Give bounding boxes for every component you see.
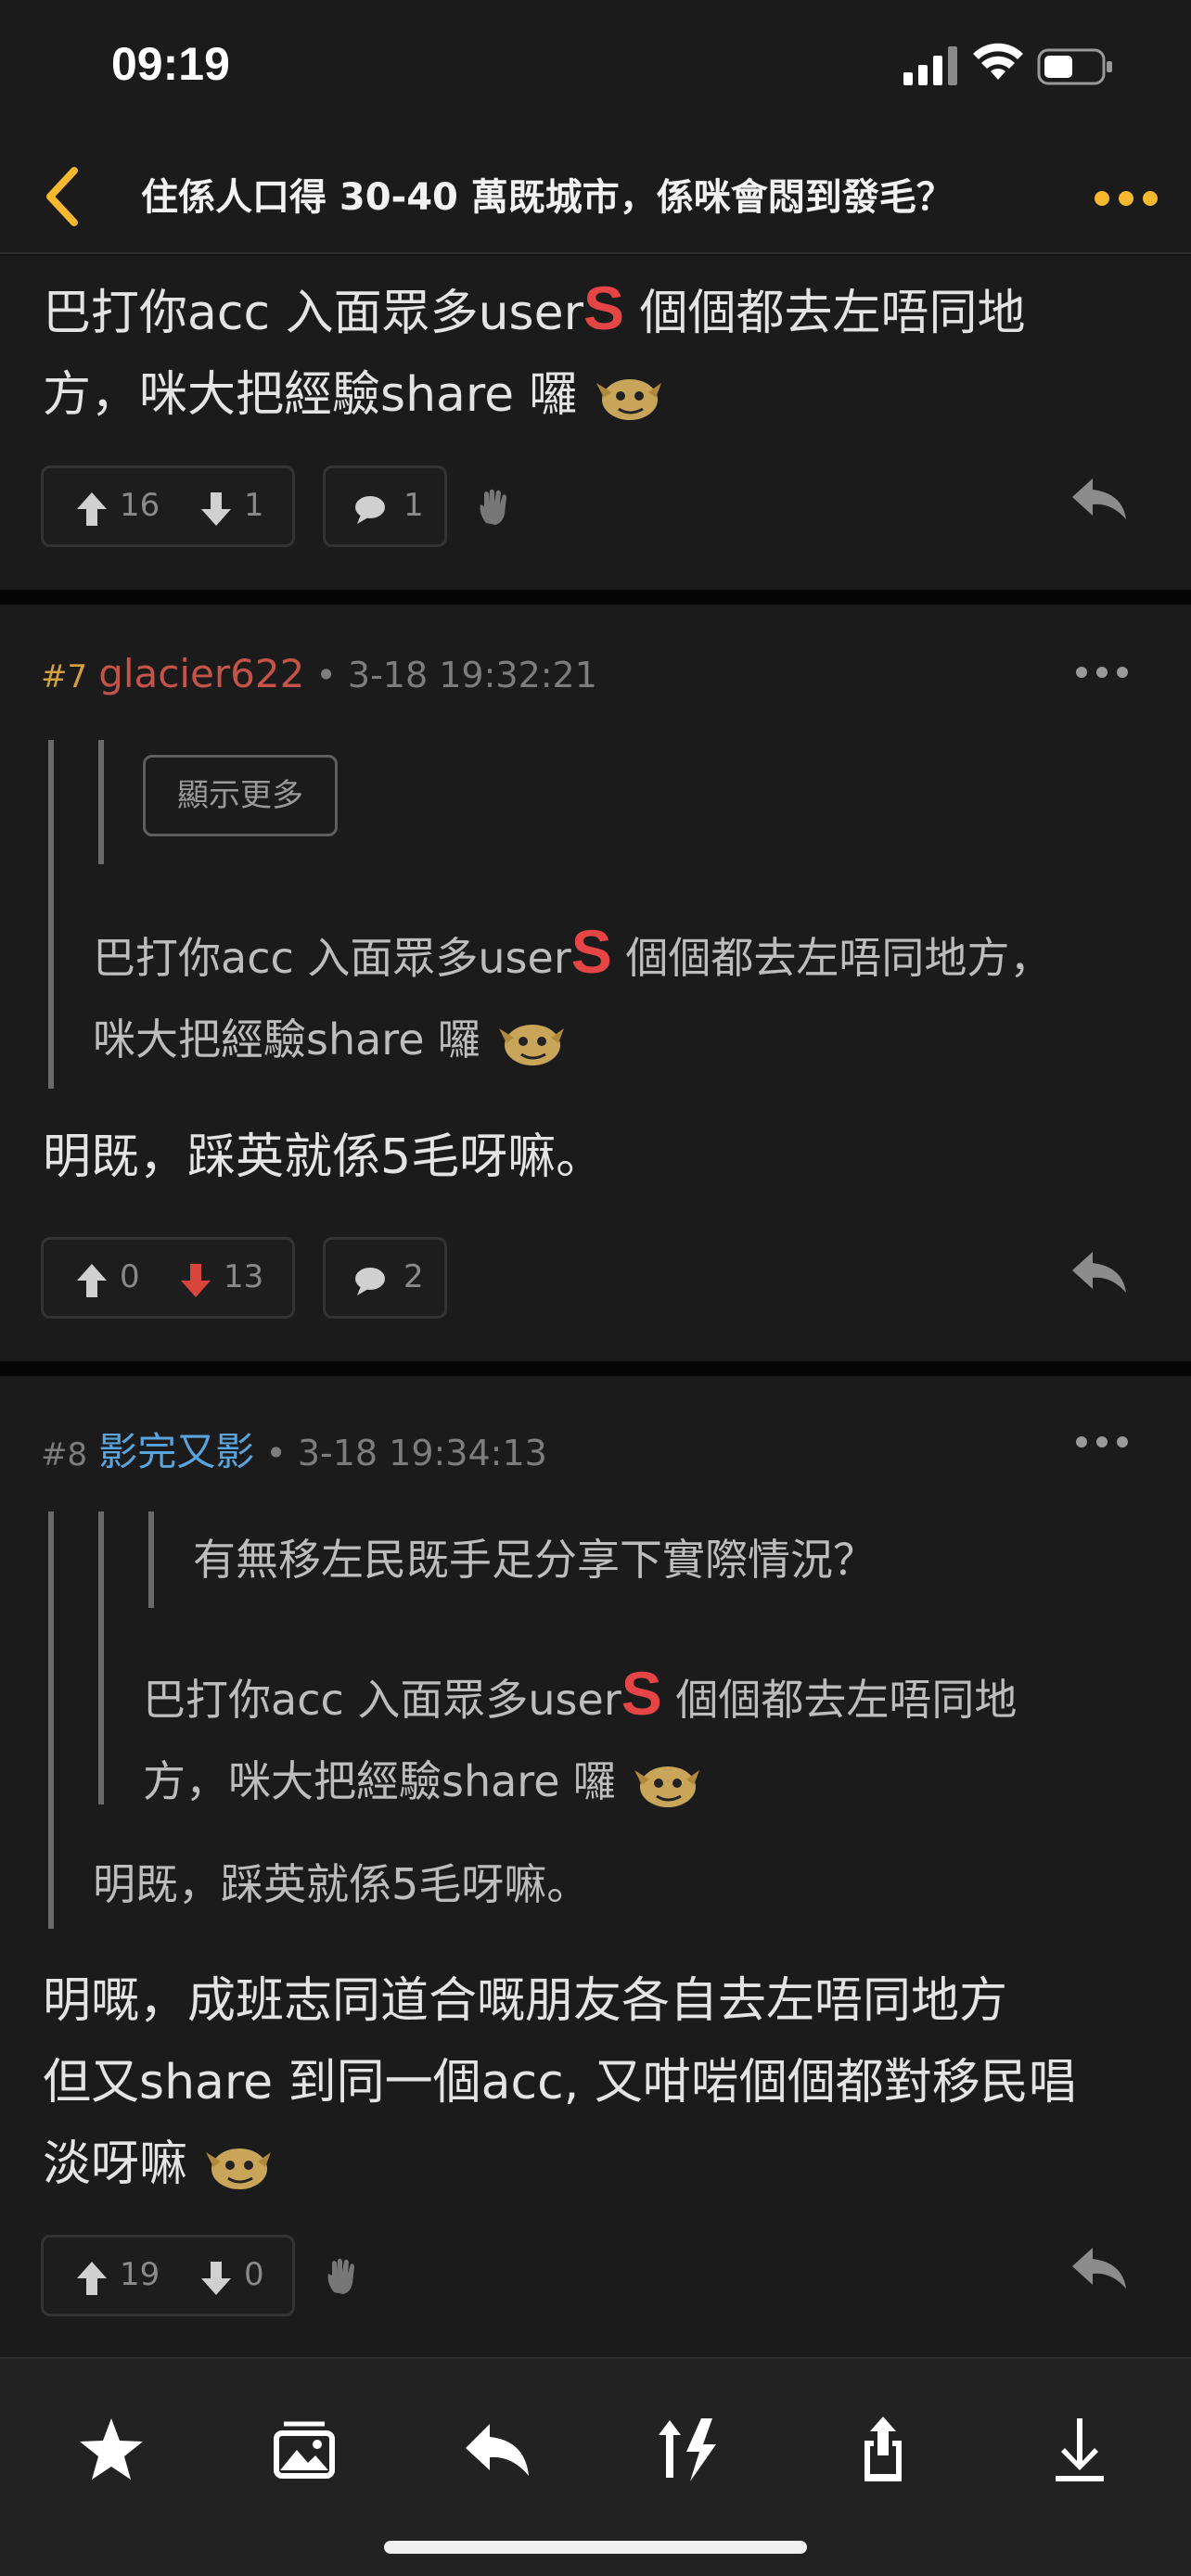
back-icon[interactable]	[33, 159, 89, 234]
share-icon[interactable]	[846, 2413, 920, 2487]
download-icon[interactable]	[1043, 2413, 1117, 2487]
quoted-text-level1: 明既，踩英就係5毛呀嘛。	[93, 1859, 590, 1909]
quote-bar-inner	[148, 1511, 154, 1608]
star-icon[interactable]	[74, 2413, 148, 2487]
goblin-emoji-icon	[634, 1766, 700, 1807]
reply-icon[interactable]	[1070, 2244, 1128, 2292]
cellular-signal-icon	[903, 46, 957, 85]
username[interactable]: 影完又影	[98, 1429, 254, 1474]
upvote-count: 0	[120, 1258, 140, 1295]
comment-meta: #8 影完又影 • 3-18 19:34:13	[41, 1421, 547, 1477]
home-indicator	[384, 2541, 807, 2554]
downvote-icon[interactable]	[199, 2260, 233, 2297]
comment-block-8: #8 影完又影 • 3-18 19:34:13 有無移左民既手足分享下實際情況？…	[0, 1376, 1191, 2357]
comment-pill[interactable]: 2	[323, 1237, 447, 1319]
goblin-emoji-icon	[206, 2149, 272, 2189]
downvote-icon[interactable]	[179, 1262, 212, 1299]
floor-number: #8	[41, 1436, 88, 1473]
quote-bar-outer	[48, 1511, 54, 1929]
upvote-icon[interactable]	[75, 2260, 109, 2297]
status-time: 09:19	[111, 38, 230, 90]
hand-icon[interactable]	[475, 486, 516, 527]
sort-icon[interactable]	[653, 2413, 727, 2487]
upvote-icon[interactable]	[75, 1262, 109, 1299]
vote-pill: 16 1	[41, 465, 295, 547]
comment-meta: #7 glacier622 • 3-18 19:32:21	[41, 651, 597, 696]
comment-icon	[355, 1268, 385, 1295]
upvote-icon[interactable]	[75, 491, 109, 528]
timestamp: • 3-18 19:32:21	[315, 655, 597, 695]
comment-body: 明既，踩英就係5毛呀嘛。	[43, 1129, 605, 1185]
quote-bar-outer	[48, 740, 54, 1089]
comment-icon	[355, 496, 385, 524]
separator	[0, 1361, 1191, 1376]
downvote-icon[interactable]	[199, 491, 233, 528]
navigation-bar: 住係人口得 30-40 萬既城市，係咪會悶到發毛？	[0, 139, 1191, 254]
comment-count: 1	[403, 487, 424, 524]
goblin-emoji-icon	[596, 379, 661, 420]
quoted-text-level3: 有無移左民既手足分享下實際情況？	[193, 1535, 876, 1585]
comment-block-top: 巴打你acc 入面眾多userS 個個都去左唔同地 方，咪大把經驗share 囉…	[0, 256, 1191, 590]
comment-body: 明嘅，成班志同道合嘅朋友各自去左唔同地方 但又share 到同一個acc, 又咁…	[43, 1960, 1174, 2205]
timestamp: • 3-18 19:34:13	[265, 1433, 547, 1473]
comment-more-icon[interactable]	[1074, 662, 1130, 682]
quoted-text-level2: 巴打你acc 入面眾多userS 個個都去左唔同地 方，咪大把經驗share 囉	[143, 1652, 1163, 1822]
upvote-count: 16	[120, 487, 160, 524]
status-bar: 09:19	[0, 0, 1191, 139]
vote-pill: 19 0	[41, 2235, 295, 2316]
thread-title: 住係人口得 30-40 萬既城市，係咪會悶到發毛？	[141, 176, 954, 219]
quote-bar-middle	[98, 1511, 104, 1804]
hand-icon[interactable]	[323, 2255, 364, 2296]
comment-block-7: #7 glacier622 • 3-18 19:32:21 顯示更多 巴打你ac…	[0, 605, 1191, 1361]
quote-bar-inner	[98, 740, 104, 864]
floor-number: #7	[41, 658, 88, 695]
battery-icon	[1037, 48, 1112, 85]
gallery-icon[interactable]	[267, 2413, 341, 2487]
reply-icon[interactable]	[460, 2413, 534, 2487]
comment-body: 巴打你acc 入面眾多userS 個個都去左唔同地 方，咪大把經驗share 囉	[43, 267, 1156, 436]
more-options-icon[interactable]	[1093, 187, 1159, 210]
vote-pill: 0 13	[41, 1237, 295, 1319]
downvote-count: 1	[244, 487, 264, 524]
reply-icon[interactable]	[1070, 475, 1128, 523]
comment-count: 2	[403, 1258, 424, 1295]
reply-icon[interactable]	[1070, 1248, 1128, 1296]
wifi-icon	[973, 43, 1023, 80]
show-more-button[interactable]: 顯示更多	[143, 755, 338, 836]
downvote-count: 0	[244, 2256, 264, 2293]
comment-more-icon[interactable]	[1074, 1432, 1130, 1452]
upvote-count: 19	[120, 2256, 160, 2293]
comment-pill[interactable]: 1	[323, 465, 447, 547]
username[interactable]: glacier622	[98, 651, 304, 696]
separator	[0, 590, 1191, 605]
goblin-emoji-icon	[499, 1024, 565, 1065]
downvote-count: 13	[224, 1258, 264, 1295]
quoted-text: 巴打你acc 入面眾多userS 個個都去左唔同地方， 咪大把經驗share 囉	[93, 911, 1159, 1080]
